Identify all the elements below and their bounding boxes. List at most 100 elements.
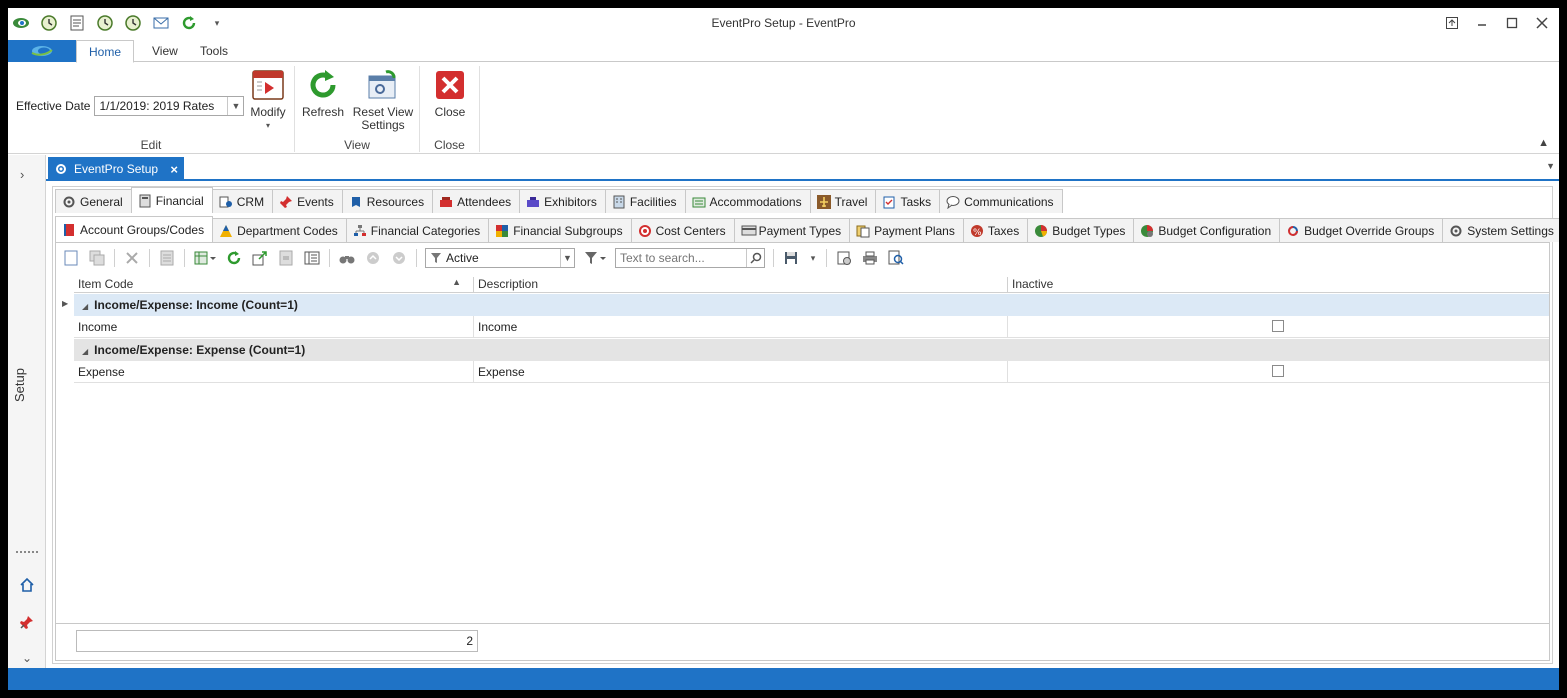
subtab-payment-types[interactable]: Payment Types xyxy=(733,218,851,242)
override-icon xyxy=(1286,224,1300,238)
tab-general[interactable]: General xyxy=(55,189,132,213)
archive-icon[interactable] xyxy=(277,249,295,267)
table-row[interactable]: Income Income xyxy=(74,316,1549,338)
tab-resources[interactable]: Resources xyxy=(341,189,434,213)
advanced-filter-icon[interactable] xyxy=(583,249,607,267)
close-window-icon[interactable] xyxy=(1533,14,1551,32)
close-button[interactable]: Close xyxy=(430,68,470,119)
group-row[interactable]: ◢ Income/Expense: Income (Count=1) xyxy=(74,294,1549,316)
tab-tasks[interactable]: Tasks xyxy=(875,189,941,213)
tab-crm[interactable]: CRM xyxy=(211,189,274,213)
tab-exhibitors[interactable]: Exhibitors xyxy=(519,189,606,213)
subtab-financial-subgroups[interactable]: Financial Subgroups xyxy=(488,218,632,242)
modify-dropdown-icon: ▾ xyxy=(265,121,270,130)
tab-facilities[interactable]: Facilities xyxy=(604,189,686,213)
move-up-icon[interactable] xyxy=(364,249,382,267)
collapse-ribbon-icon[interactable]: ▲ xyxy=(1538,137,1549,149)
ribbon-tab-home[interactable]: Home xyxy=(76,40,135,63)
print-preview-icon[interactable] xyxy=(887,249,905,267)
collapse-group-icon[interactable]: ◢ xyxy=(82,341,88,363)
search-icon[interactable] xyxy=(746,249,764,267)
application-menu-button[interactable] xyxy=(8,40,76,62)
column-header-item-code[interactable]: Item Code ▲ xyxy=(74,277,474,293)
columns-menu-icon[interactable] xyxy=(193,249,217,267)
exhibitors-icon xyxy=(526,195,540,209)
print-icon[interactable] xyxy=(861,249,879,267)
chevron-down-icon[interactable]: ⌄ xyxy=(18,649,36,667)
subtab-system-settings[interactable]: System Settings xyxy=(1442,218,1559,242)
chevron-down-icon[interactable]: ▼ xyxy=(560,249,574,267)
tab-events[interactable]: Events xyxy=(272,189,343,213)
column-header-description[interactable]: Description xyxy=(474,277,1008,293)
subtab-label: Budget Configuration xyxy=(1158,223,1272,238)
refresh-icon[interactable] xyxy=(225,249,243,267)
ribbon-tab-view[interactable]: View xyxy=(140,40,190,63)
effective-date-combo[interactable]: 1/1/2019: 2019 Rates ▼ xyxy=(94,96,245,116)
copy-icon[interactable] xyxy=(88,249,106,267)
nav-label[interactable]: Setup xyxy=(12,355,42,415)
tab-label: Tasks xyxy=(900,194,932,209)
tab-financial[interactable]: Financial xyxy=(130,187,213,213)
status-filter-combo[interactable]: Active ▼ xyxy=(425,248,575,268)
close-tab-icon[interactable]: × xyxy=(170,162,178,177)
restore-ribbon-icon[interactable] xyxy=(1443,14,1461,32)
status-filter-value-wrap: Active xyxy=(426,251,560,265)
ribbon-panel: Effective Date 1/1/2019: 2019 Rates ▼ Mo… xyxy=(8,62,1559,154)
collapse-group-icon[interactable]: ◢ xyxy=(82,296,88,318)
calculator-icon xyxy=(138,194,152,208)
modify-button[interactable]: Modify ▾ xyxy=(248,68,288,132)
pin-icon[interactable] xyxy=(18,613,36,631)
subtab-department-codes[interactable]: Department Codes xyxy=(212,218,347,242)
subtab-financial-categories[interactable]: Financial Categories xyxy=(345,218,490,242)
maximize-icon[interactable] xyxy=(1503,14,1521,32)
tab-communications[interactable]: Communications xyxy=(939,189,1063,213)
search-input[interactable] xyxy=(616,251,746,265)
credit-card-icon xyxy=(741,224,757,238)
column-header-inactive[interactable]: Inactive xyxy=(1008,277,1549,293)
save-dropdown-icon[interactable]: ▾ xyxy=(808,249,818,267)
form-view-icon[interactable] xyxy=(303,249,321,267)
doc-tab-eventpro-setup[interactable]: EventPro Setup × xyxy=(48,157,184,181)
group-row[interactable]: ◢ Income/Expense: Expense (Count=1) xyxy=(74,339,1549,361)
print-list-icon[interactable] xyxy=(158,249,176,267)
binoculars-icon[interactable] xyxy=(338,249,356,267)
ribbon-group-edit: Effective Date 1/1/2019: 2019 Rates ▼ Mo… xyxy=(8,66,295,152)
budget-config-icon xyxy=(1140,224,1154,238)
subtab-label: System Settings xyxy=(1467,223,1554,238)
tab-list-dropdown-icon[interactable]: ▼ xyxy=(1546,161,1555,171)
tab-travel[interactable]: Travel xyxy=(809,189,877,213)
edit-group-label: Edit xyxy=(140,138,162,152)
inactive-checkbox[interactable] xyxy=(1272,320,1284,332)
subtab-payment-plans[interactable]: Payment Plans xyxy=(849,218,964,242)
nav-splitter[interactable] xyxy=(16,551,38,553)
cell-description[interactable]: Expense xyxy=(474,361,1008,383)
inactive-checkbox[interactable] xyxy=(1272,365,1284,377)
move-down-icon[interactable] xyxy=(390,249,408,267)
subtab-budget-types[interactable]: Budget Types xyxy=(1027,218,1135,242)
cell-item-code[interactable]: Income xyxy=(74,316,474,338)
cell-item-code[interactable]: Expense xyxy=(74,361,474,383)
subtab-cost-centers[interactable]: Cost Centers xyxy=(630,218,735,242)
home-icon[interactable] xyxy=(18,576,36,594)
cell-description[interactable]: Income xyxy=(474,316,1008,338)
tab-accommodations[interactable]: Accommodations xyxy=(684,189,811,213)
ribbon-tab-tools[interactable]: Tools xyxy=(188,40,240,63)
save-icon[interactable] xyxy=(782,249,800,267)
table-row[interactable]: Expense Expense xyxy=(74,361,1549,383)
reset-label-line2: Settings xyxy=(361,118,405,132)
reset-view-settings-button[interactable]: Reset View Settings xyxy=(351,68,415,132)
subtab-account-groups-codes[interactable]: Account Groups/Codes xyxy=(55,216,214,242)
subtab-budget-override-groups[interactable]: Budget Override Groups xyxy=(1279,218,1444,242)
subtab-budget-configuration[interactable]: Budget Configuration xyxy=(1133,218,1281,242)
expand-nav-icon[interactable]: › xyxy=(20,167,24,182)
search-box[interactable] xyxy=(615,248,765,268)
minimize-icon[interactable] xyxy=(1473,14,1491,32)
delete-icon[interactable] xyxy=(123,249,141,267)
refresh-button[interactable]: Refresh xyxy=(301,68,345,119)
new-icon[interactable] xyxy=(62,249,80,267)
subtab-taxes[interactable]: % Taxes xyxy=(962,218,1029,242)
chevron-down-icon[interactable]: ▼ xyxy=(227,97,243,115)
settings-icon[interactable] xyxy=(835,249,853,267)
tab-attendees[interactable]: Attendees xyxy=(432,189,521,213)
export-icon[interactable] xyxy=(251,249,269,267)
